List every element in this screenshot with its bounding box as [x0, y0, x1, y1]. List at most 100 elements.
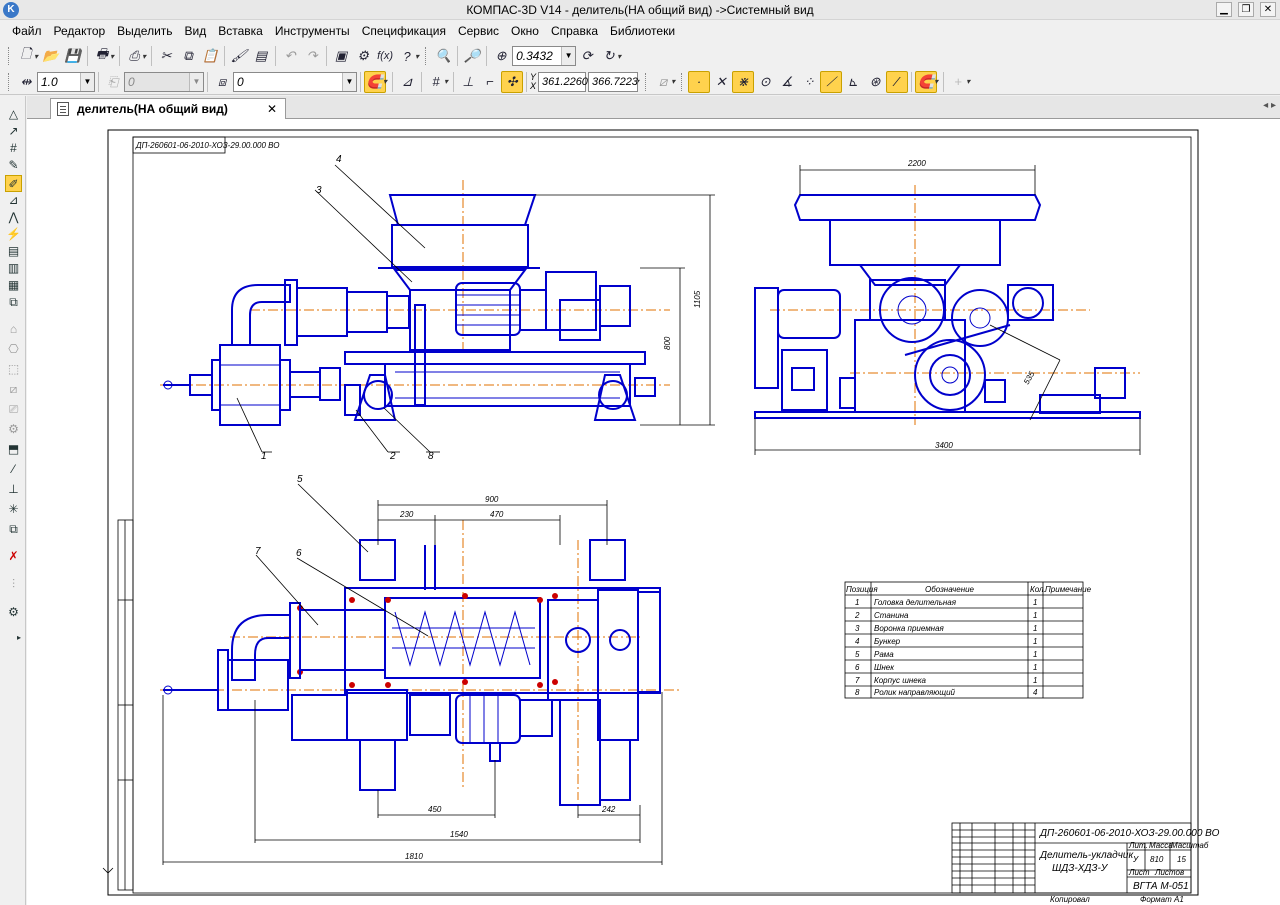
menu-libraries[interactable]: Библиотеки — [604, 24, 681, 38]
close-icon[interactable]: ✕ — [1260, 2, 1276, 17]
menu-help[interactable]: Справка — [545, 24, 604, 38]
snap-center-icon[interactable]: ⊙ — [754, 71, 776, 93]
snap-along-icon[interactable]: ⁄ — [886, 70, 909, 93]
toolbar-grip[interactable] — [8, 47, 11, 65]
drawing-canvas[interactable]: .o{stroke:#0000cc;fill:none;stroke-width… — [27, 119, 1280, 905]
fragments-icon[interactable]: ▦ — [5, 277, 22, 294]
menu-service[interactable]: Сервис — [452, 24, 505, 38]
tool-18-icon[interactable]: ⚙ — [5, 421, 22, 438]
snap-nearest-point-icon[interactable]: · — [688, 70, 711, 93]
tab-close-icon[interactable]: ✕ — [267, 102, 277, 116]
layer-state-icon[interactable]: ⎗ — [102, 71, 124, 93]
tool-21-icon[interactable]: ⊥ — [5, 481, 22, 498]
panel-expand-icon[interactable]: ▸ — [15, 629, 23, 646]
snap-grid-point-icon[interactable]: ⁘ — [798, 71, 820, 93]
parametrization-icon[interactable]: ✐ — [5, 175, 22, 192]
delete-object-icon[interactable]: ✗ — [5, 548, 22, 565]
step-icon[interactable]: ⇹ — [15, 71, 37, 93]
variables-icon[interactable]: f(x) — [374, 45, 396, 67]
symbols-tool-icon[interactable]: # — [5, 140, 22, 157]
restore-icon[interactable]: ❐ — [1238, 2, 1254, 17]
round-mode-icon[interactable]: ✣ — [501, 70, 524, 93]
cut-icon[interactable]: ✂ — [155, 45, 177, 67]
coord-y-field[interactable]: 366.7223 — [588, 71, 639, 92]
geometry-tool-icon[interactable]: △ — [5, 106, 22, 123]
tool-panel-dropdown-icon[interactable]: ▾ — [671, 77, 675, 86]
format-painter-icon[interactable]: 🖌 — [228, 45, 250, 67]
menu-file[interactable]: Файл — [6, 24, 48, 38]
tab-scroll-icon[interactable]: ◂ ▸ — [1263, 100, 1276, 111]
new-dropdown-icon[interactable]: ▾ — [34, 52, 38, 61]
ortho-mode-icon[interactable]: ⌐ — [479, 71, 501, 93]
paste-icon[interactable]: 📋 — [199, 45, 221, 67]
reports-tool-icon[interactable]: ▤ — [5, 243, 22, 260]
tool-20-icon[interactable]: ⁄ — [5, 461, 22, 478]
tool-22-icon[interactable]: ✳ — [5, 501, 22, 518]
snap-tangent-icon[interactable]: ⟋ — [820, 70, 843, 93]
tool-26-icon[interactable]: ⚙ — [5, 604, 22, 621]
menu-specification[interactable]: Спецификация — [356, 24, 452, 38]
tool-17-icon[interactable]: ⎚ — [5, 401, 22, 418]
manager-icon[interactable]: ▣ — [330, 45, 352, 67]
select-tool-icon[interactable]: ⋀ — [5, 209, 22, 226]
library-icon[interactable]: ⚙ — [352, 45, 374, 67]
snap-intersection-icon[interactable]: ✕ — [710, 71, 732, 93]
drawing-svg[interactable]: .o{stroke:#0000cc;fill:none;stroke-width… — [27, 119, 1280, 905]
insert-view-icon[interactable]: ▥ — [5, 260, 22, 277]
preview-dropdown-icon[interactable]: ▾ — [142, 52, 146, 61]
menu-window[interactable]: Окно — [505, 24, 545, 38]
print-dropdown-icon[interactable]: ▾ — [110, 52, 114, 61]
properties-icon[interactable]: ▤ — [250, 45, 272, 67]
grid-dropdown-icon[interactable]: ▾ — [444, 77, 448, 86]
coord-x-field[interactable]: 361.2260 — [538, 71, 588, 92]
dimensions-tool-icon[interactable]: ↗ — [5, 123, 22, 140]
zoom-combo[interactable]: 0.3432 ▼ — [512, 46, 577, 66]
undo-icon[interactable]: ↶ — [279, 45, 301, 67]
tool-13-icon[interactable]: ⌂ — [5, 321, 22, 338]
tool-14-icon[interactable]: ⎔ — [5, 341, 22, 358]
open-folder-icon[interactable]: 📂 — [40, 45, 62, 67]
zoom-all-icon[interactable]: 🔎 — [461, 45, 483, 67]
style-dropdown-icon[interactable]: ▼ — [342, 72, 356, 91]
zoom-in-icon[interactable]: ⊕ — [490, 45, 512, 67]
minimize-icon[interactable]: ▁ — [1216, 2, 1232, 17]
snap-point-on-curve-icon[interactable]: ⊛ — [864, 71, 886, 93]
refresh-view-icon[interactable]: ⟳ — [576, 45, 598, 67]
layer-combo[interactable]: 0 ▼ — [124, 71, 204, 92]
layers-tool-icon[interactable]: ⧉ — [5, 294, 22, 311]
menu-select[interactable]: Выделить — [111, 24, 178, 38]
add-snap-dropdown-icon[interactable]: ▾ — [966, 77, 970, 86]
tool-23-icon[interactable]: ⧉ — [5, 521, 22, 538]
tool-19-icon[interactable]: ⬒ — [5, 441, 22, 458]
style-layers-icon[interactable]: ⧈ — [211, 71, 233, 93]
step-combo[interactable]: 1.0 ▼ — [37, 71, 95, 92]
tool-16-icon[interactable]: ⧄ — [5, 381, 22, 398]
menu-view[interactable]: Вид — [179, 24, 213, 38]
global-snaps-dropdown-icon[interactable]: ▾ — [934, 77, 938, 86]
zoom-window-icon[interactable]: 🔍 — [432, 45, 454, 67]
menu-tools[interactable]: Инструменты — [269, 24, 356, 38]
help-dropdown-icon[interactable]: ▾ — [415, 52, 419, 61]
snap-midpoint-icon[interactable]: ⋇ — [732, 70, 755, 93]
layer-dropdown-icon[interactable]: ▼ — [189, 72, 203, 91]
tab-drawing[interactable]: делитель(НА общий вид) ✕ — [50, 98, 286, 119]
ortho-icon[interactable]: ⊿ — [396, 71, 418, 93]
spec-tool-icon[interactable]: ⚡ — [5, 226, 22, 243]
zoom-dropdown-icon[interactable]: ▼ — [561, 47, 576, 65]
snap-dropdown-icon[interactable]: ▾ — [383, 77, 387, 86]
snap-normal-icon[interactable]: ⊾ — [842, 71, 864, 93]
menu-edit[interactable]: Редактор — [48, 24, 112, 38]
menu-insert[interactable]: Вставка — [212, 24, 269, 38]
toolbar1-overflow-icon[interactable]: ▾ — [617, 52, 621, 61]
tool-25-icon[interactable]: ⫶ — [5, 576, 22, 593]
edit-tool-icon[interactable]: ✎ — [5, 157, 22, 174]
tool-15-icon[interactable]: ⬚ — [5, 361, 22, 378]
step-dropdown-icon[interactable]: ▼ — [80, 72, 94, 91]
redo-icon[interactable]: ↷ — [301, 45, 323, 67]
save-icon[interactable]: 💾 — [62, 45, 84, 67]
measure-tool-icon[interactable]: ⊿ — [5, 192, 22, 209]
snap-angle-icon[interactable]: ∡ — [776, 71, 798, 93]
style-combo[interactable]: 0 ▼ — [233, 71, 357, 92]
copy-icon[interactable]: ⧉ — [177, 45, 199, 67]
local-cs-icon[interactable]: ⊥ — [457, 71, 479, 93]
